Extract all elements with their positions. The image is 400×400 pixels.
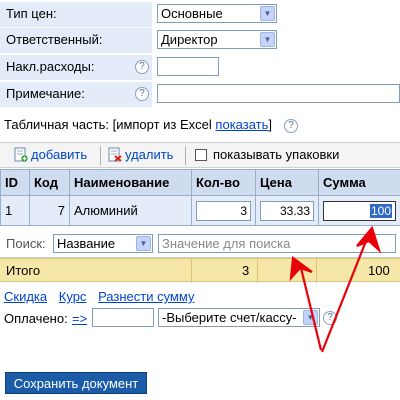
search-field-select[interactable]: Название ▼	[53, 234, 153, 253]
responsible-select[interactable]: Директор ▼	[157, 30, 277, 49]
account-select[interactable]: -Выберите счет/кассу- ▼	[158, 308, 320, 327]
totals-divider	[316, 259, 317, 283]
note-label: Примечание:	[6, 86, 85, 101]
add-document-icon	[14, 147, 28, 162]
search-row: Поиск: Название ▼ Значение для поиска	[0, 230, 400, 258]
totals-divider	[191, 259, 192, 283]
search-input[interactable]: Значение для поиска	[158, 234, 396, 253]
distribute-sum-link[interactable]: Разнести сумму	[98, 289, 194, 304]
cell-name: Алюминий	[69, 195, 192, 226]
totals-label: Итого	[6, 263, 41, 278]
paid-label: Оплачено:	[4, 311, 68, 326]
price-type-row: Тип цен:	[0, 2, 152, 27]
toolbar-separator	[100, 146, 101, 165]
responsible-row: Ответственный:	[0, 28, 152, 53]
table-part-suffix: ]	[268, 117, 273, 132]
add-button[interactable]: добавить	[14, 147, 87, 162]
col-header-id[interactable]: ID	[0, 169, 30, 196]
overhead-input[interactable]	[157, 57, 219, 76]
chevron-down-icon: ▼	[260, 6, 275, 21]
table-part-prefix: Табличная часть: [импорт из Excel	[4, 117, 216, 132]
table-header-row: ID Код Наименование Кол-во Цена Сумма	[0, 169, 400, 196]
totals-divider	[257, 259, 258, 283]
help-icon[interactable]: ?	[135, 87, 149, 101]
sum-input[interactable]: 100	[323, 200, 396, 221]
price-type-label: Тип цен:	[6, 6, 57, 21]
price-type-select[interactable]: Основные ▼	[157, 4, 277, 23]
qty-input[interactable]: 3	[196, 200, 251, 221]
search-field-value: Название	[57, 236, 116, 251]
cell-qty: 3	[191, 195, 256, 226]
col-header-price[interactable]: Цена	[255, 169, 319, 196]
show-packages-checkbox[interactable]	[195, 149, 207, 161]
account-select-value: -Выберите счет/кассу-	[162, 310, 297, 325]
totals-qty: 3	[242, 263, 250, 278]
note-input[interactable]	[157, 84, 400, 103]
discount-link[interactable]: Скидка	[4, 289, 47, 304]
delete-button[interactable]: удалить	[108, 147, 173, 162]
links-row: Скидка Курс Разнести сумму	[4, 289, 194, 304]
help-icon[interactable]: ?	[135, 60, 149, 74]
toolbar-separator	[185, 146, 186, 165]
cell-price: 33.33	[255, 195, 319, 226]
chevron-down-icon: ▼	[260, 32, 275, 47]
responsible-label: Ответственный:	[6, 32, 103, 47]
col-header-sum[interactable]: Сумма	[318, 169, 400, 196]
cell-id: 1	[0, 195, 30, 226]
price-input[interactable]: 33.33	[260, 200, 314, 221]
show-import-link[interactable]: показать	[215, 117, 268, 132]
chevron-down-icon: ▼	[303, 310, 318, 325]
overhead-row: Накл.расходы: ?	[0, 55, 152, 80]
search-label: Поиск:	[6, 236, 46, 251]
note-row: Примечание: ?	[0, 82, 152, 107]
col-header-code[interactable]: Код	[29, 169, 70, 196]
col-header-name[interactable]: Наименование	[69, 169, 192, 196]
cell-code: 7	[29, 195, 70, 226]
totals-row: Итого 3 100	[0, 258, 400, 283]
fill-paid-link[interactable]: =>	[72, 311, 87, 326]
col-header-qty[interactable]: Кол-во	[191, 169, 256, 196]
chevron-down-icon: ▼	[136, 236, 151, 251]
delete-button-label: удалить	[125, 147, 174, 162]
table-row[interactable]: 1 7 Алюминий 3 33.33 100	[0, 195, 400, 226]
price-type-value: Основные	[161, 6, 223, 21]
search-placeholder: Значение для поиска	[162, 236, 291, 251]
paid-amount-input[interactable]	[92, 308, 154, 327]
add-button-label: добавить	[31, 147, 88, 162]
responsible-value: Директор	[161, 32, 218, 47]
help-icon[interactable]: ?	[323, 311, 337, 325]
save-document-button[interactable]: Сохранить документ	[5, 372, 147, 394]
overhead-label: Накл.расходы:	[6, 59, 95, 74]
cell-sum: 100	[318, 195, 400, 226]
show-packages-label: показывать упаковки	[213, 147, 340, 162]
rate-link[interactable]: Курс	[59, 289, 87, 304]
table-part-line: Табличная часть: [импорт из Excel показа…	[4, 117, 272, 132]
totals-sum: 100	[368, 263, 390, 278]
delete-document-icon	[108, 147, 122, 162]
items-table: ID Код Наименование Кол-во Цена Сумма 1 …	[0, 169, 400, 226]
grid-toolbar: добавить удалить показывать упаковки	[0, 142, 400, 168]
help-icon[interactable]: ?	[284, 119, 298, 133]
sum-value-selected: 100	[369, 203, 392, 218]
